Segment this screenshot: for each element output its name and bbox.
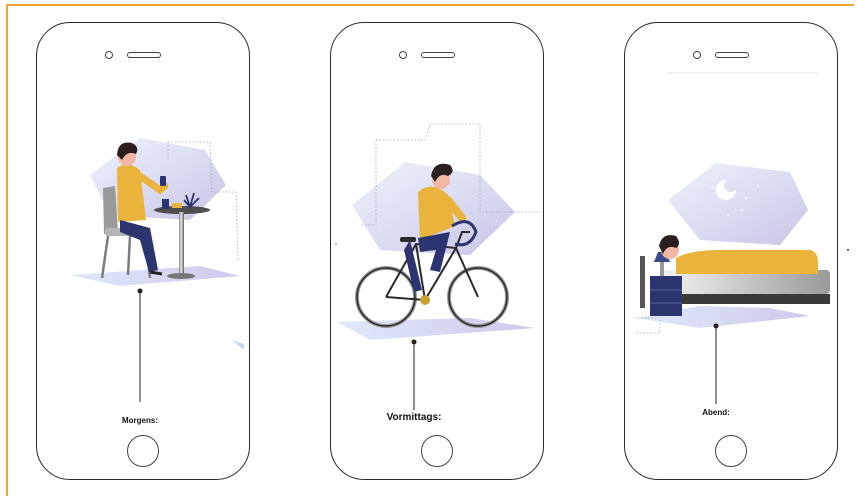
label-abend: Abend:: [702, 408, 730, 417]
front-camera-icon: [105, 51, 113, 59]
home-button[interactable]: [127, 435, 159, 467]
front-camera-icon: [399, 51, 407, 59]
speaker-grill: [127, 52, 161, 58]
speaker-grill: [715, 52, 749, 58]
phone-abend: [624, 22, 838, 480]
speaker-grill: [421, 52, 455, 58]
label-vormittags: Vormittags:: [386, 412, 442, 423]
label-morgens: Morgens:: [122, 416, 158, 425]
phone-morgens: [36, 22, 250, 480]
front-camera-icon: [693, 51, 701, 59]
home-button[interactable]: [715, 435, 747, 467]
home-button[interactable]: [421, 435, 453, 467]
